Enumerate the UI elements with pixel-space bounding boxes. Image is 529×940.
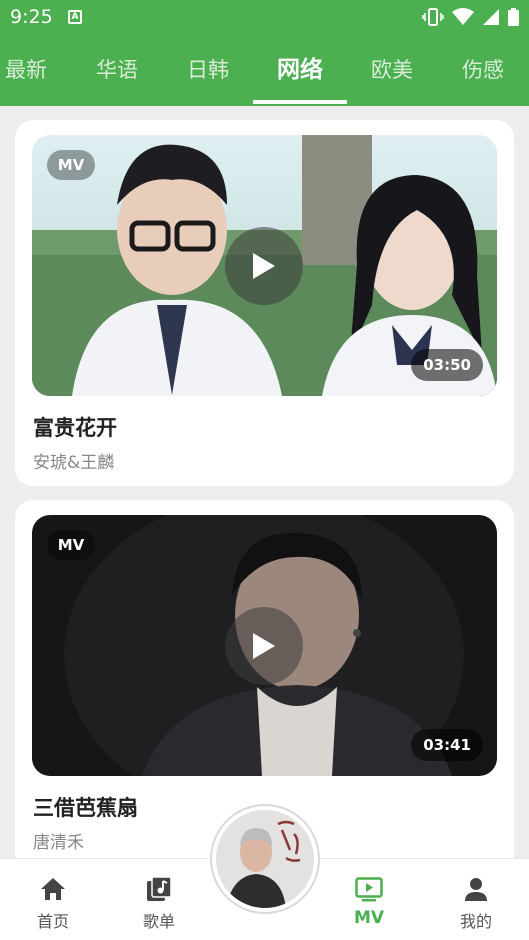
tab-network[interactable]: 网络 [253, 36, 347, 106]
video-title: 三借芭蕉扇 [33, 796, 138, 820]
status-time: 9:25 [10, 6, 53, 28]
play-icon [253, 633, 275, 659]
video-duration: 03:41 [411, 729, 483, 761]
nav-mv[interactable]: MV [324, 859, 414, 940]
mv-badge: MV [47, 530, 95, 560]
battery-icon [508, 8, 519, 26]
nav-mine-label: 我的 [459, 912, 492, 931]
nav-mv-label: MV [353, 908, 385, 928]
person-icon [465, 878, 487, 901]
video-card[interactable]: MV 03:50 富贵花开 安琥&王麟 [15, 120, 514, 486]
nav-playlist-label: 歌单 [142, 912, 175, 931]
tv-play-icon [355, 877, 383, 902]
tab-chinese[interactable]: 华语 [72, 36, 162, 106]
video-thumbnail[interactable]: MV 03:50 [32, 135, 497, 396]
playlist-icon [147, 876, 172, 901]
wifi-icon [452, 8, 474, 25]
vibrate-icon [422, 8, 444, 26]
nav-playlist[interactable]: 歌单 [114, 859, 204, 940]
video-duration: 03:50 [411, 349, 483, 381]
mv-screen: 9:25 A 最新 华语 日韩 网络 欧美 伤感 MV 03:50 富贵花开 安… [0, 0, 529, 940]
signal-icon [483, 9, 499, 25]
status-bar: 9:25 A [0, 0, 529, 36]
nav-home-label: 首页 [36, 912, 69, 931]
video-artist: 安琥&王麟 [33, 453, 115, 473]
play-icon [253, 253, 275, 279]
home-icon [41, 878, 65, 900]
video-artist: 唐清禾 [33, 833, 84, 853]
album-cover [216, 810, 314, 908]
notification-icon: A [68, 10, 82, 24]
tab-western[interactable]: 欧美 [347, 36, 437, 106]
mv-badge: MV [47, 150, 95, 180]
tab-sad[interactable]: 伤感 [437, 36, 529, 106]
category-tabs: 最新 华语 日韩 网络 欧美 伤感 [0, 36, 529, 106]
tab-japanese-korean[interactable]: 日韩 [163, 36, 253, 106]
play-button[interactable] [225, 227, 303, 305]
video-thumbnail[interactable]: MV 03:41 [32, 515, 497, 776]
video-title: 富贵花开 [33, 416, 117, 440]
now-playing-disc[interactable] [212, 806, 318, 912]
tab-latest[interactable]: 最新 [0, 36, 52, 106]
tab-indicator [253, 100, 347, 104]
play-button[interactable] [225, 607, 303, 685]
nav-home[interactable]: 首页 [8, 859, 98, 940]
nav-mine[interactable]: 我的 [431, 859, 521, 940]
